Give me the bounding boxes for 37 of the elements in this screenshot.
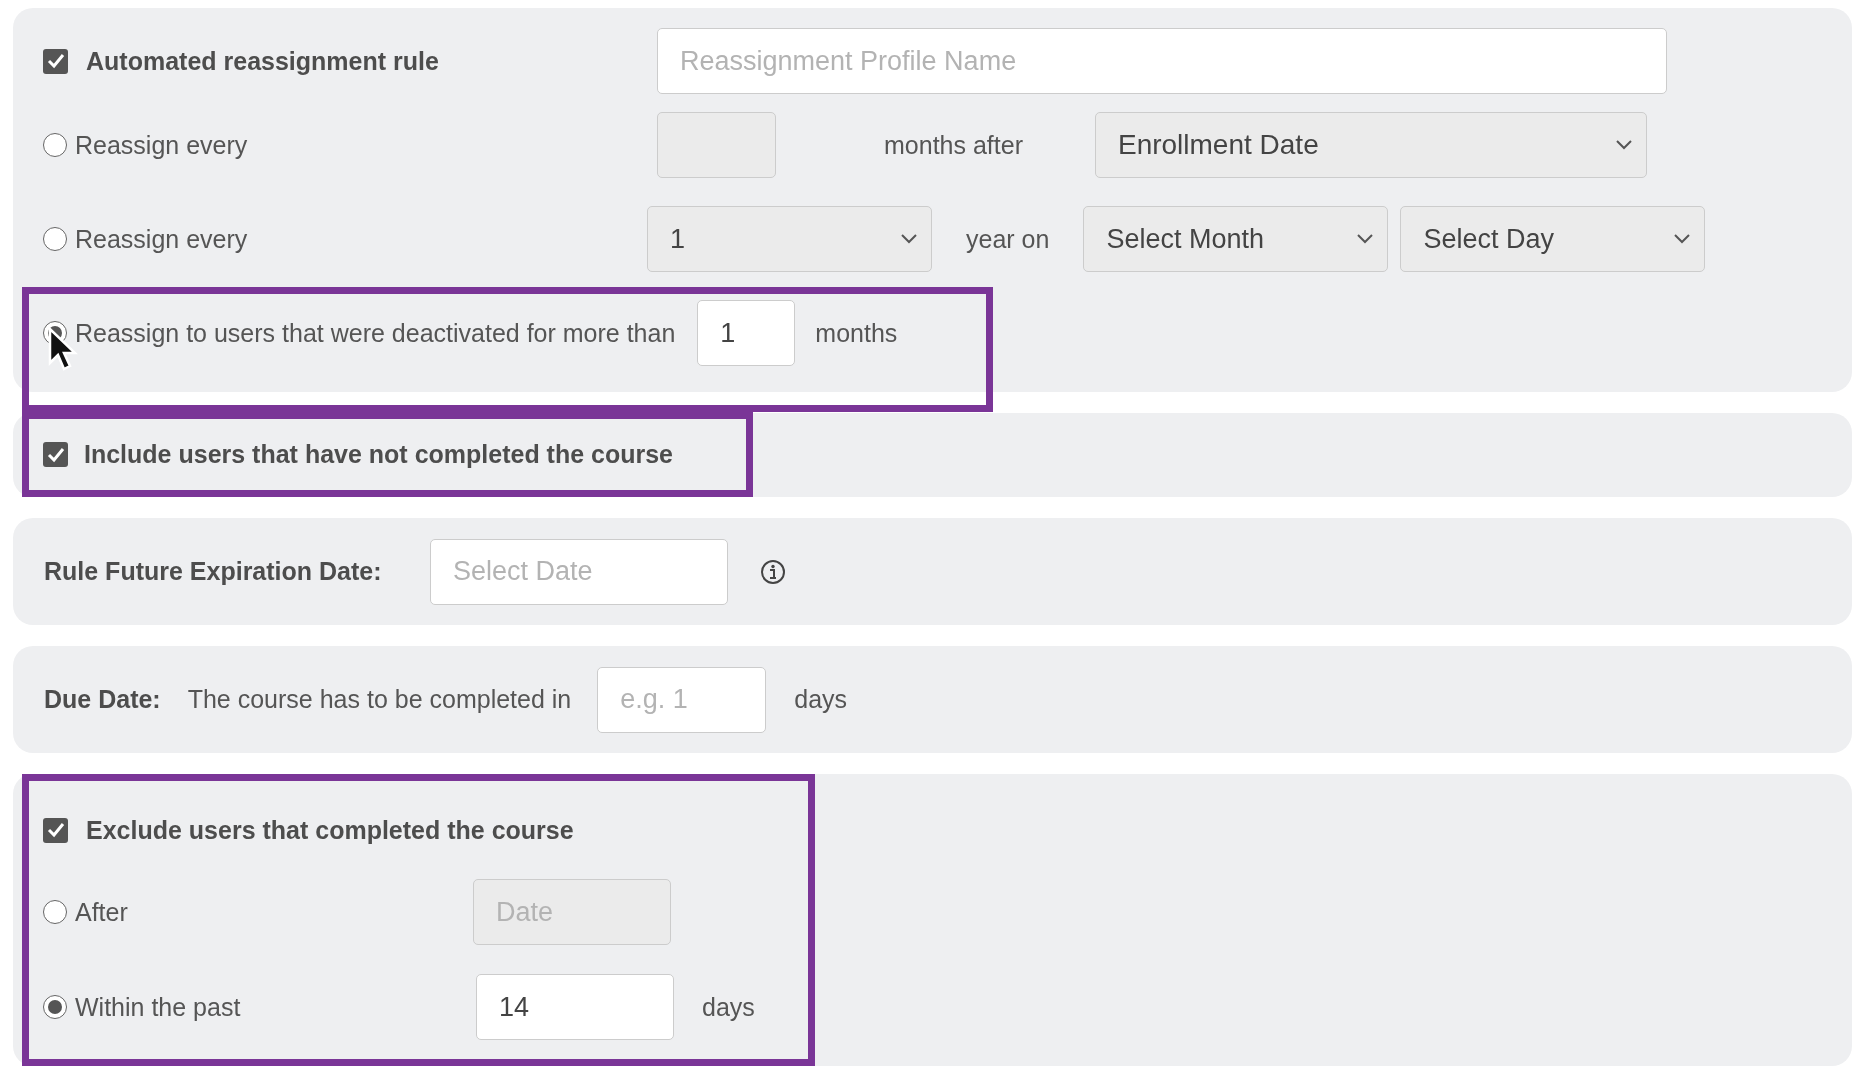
option-label: Reassign to users that were deactivated for more than: [75, 318, 676, 348]
dropdown[interactable]: Enrollment Date: [1094, 112, 1647, 178]
number-field[interactable]: 1: [697, 300, 796, 366]
checkbox-label: Automated reassignment rule: [86, 46, 439, 76]
caret-icon: [1357, 234, 1374, 244]
info-icon[interactable]: [760, 558, 786, 585]
checkbox-label: Exclude users that completed the course: [86, 815, 574, 845]
option-label: Reassign every: [75, 130, 248, 160]
date-field[interactable]: Select Date: [430, 538, 728, 605]
dropdown[interactable]: Select Month: [1083, 206, 1389, 272]
caret-icon: [901, 234, 917, 244]
field-label: Rule Future Expiration Date:: [44, 557, 382, 586]
unit-label: year on: [966, 224, 1050, 254]
unit-label: days: [702, 992, 755, 1022]
option-label: After: [75, 897, 128, 927]
radio-button[interactable]: [43, 995, 67, 1019]
number-field[interactable]: 14: [476, 974, 674, 1040]
checkbox[interactable]: [43, 817, 68, 843]
checkbox[interactable]: [43, 48, 68, 74]
dropdown[interactable]: Select Day: [1400, 206, 1706, 272]
option-label: Within the past: [75, 992, 241, 1022]
caret-icon: [1674, 234, 1691, 244]
field-label: Due Date:: [44, 685, 161, 714]
days-field[interactable]: e.g. 1: [597, 666, 767, 733]
caret-icon: [1615, 140, 1632, 150]
dropdown[interactable]: 1: [647, 206, 932, 272]
unit-label: months after: [884, 130, 1023, 160]
checkbox-label: Include users that have not completed the course: [84, 440, 674, 469]
unit-label: days: [794, 685, 848, 714]
option-label: Reassign every: [75, 224, 248, 254]
radio-button[interactable]: [43, 900, 67, 924]
checkbox[interactable]: [43, 442, 68, 467]
description-text: The course has to be completed in: [187, 685, 572, 714]
radio-button[interactable]: [43, 227, 67, 251]
unit-label: months: [815, 318, 898, 348]
profile-name-field[interactable]: Reassignment Profile Name: [657, 28, 1667, 94]
radio-button[interactable]: [43, 133, 67, 157]
